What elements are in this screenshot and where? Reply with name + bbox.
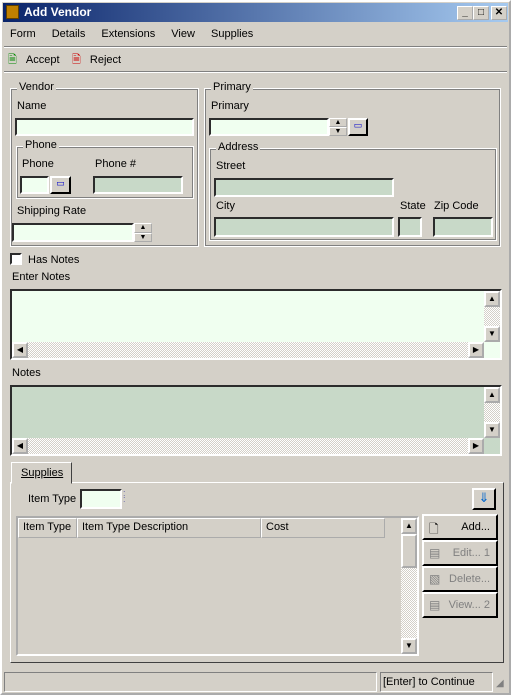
phone-number-input xyxy=(93,176,183,194)
shipping-rate-input[interactable] xyxy=(12,223,134,242)
column-header-description[interactable]: Item Type Description xyxy=(77,518,261,538)
column-header-item-type[interactable]: Item Type xyxy=(18,518,77,538)
scroll-left-icon[interactable]: ◀ xyxy=(12,342,28,358)
view-label: View... 2 xyxy=(448,599,490,611)
primary-group-label: Primary xyxy=(211,81,253,93)
scroll-left-icon[interactable]: ◀ xyxy=(12,438,28,454)
accept-button[interactable]: 🗎 Accept xyxy=(8,51,60,70)
close-button[interactable]: ✕ xyxy=(491,6,507,20)
scroll-down-icon[interactable]: ▼ xyxy=(401,638,417,654)
supplies-grid: Item Type Item Type Description Cost ▲ ▼ xyxy=(16,516,419,656)
scroll-up-icon[interactable]: ▲ xyxy=(401,518,417,534)
zip-code-input xyxy=(433,217,493,237)
view-button[interactable]: ▤ View... 2 xyxy=(422,592,498,618)
vendor-group-label: Vendor xyxy=(17,81,56,93)
scroll-down-icon[interactable]: ▼ xyxy=(484,326,500,342)
tab-supplies[interactable]: Supplies xyxy=(11,462,72,484)
scroll-down-icon[interactable]: ▼ xyxy=(484,422,500,438)
menu-details[interactable]: Details xyxy=(52,28,86,40)
primary-label: Primary xyxy=(211,100,249,112)
delete-icon: ▧ xyxy=(429,572,441,586)
edit-label: Edit... 1 xyxy=(452,547,490,559)
app-icon xyxy=(6,5,19,19)
phone-label: Phone xyxy=(22,158,54,170)
status-panel-left xyxy=(4,672,377,692)
filter-button[interactable]: ⇓ xyxy=(472,488,496,510)
street-label: Street xyxy=(216,160,246,172)
state-input xyxy=(398,217,422,237)
state-label: State xyxy=(400,200,426,212)
street-input xyxy=(214,178,394,197)
primary-input[interactable] xyxy=(209,118,329,136)
accept-label: Accept xyxy=(25,54,60,66)
primary-spinner[interactable]: ▲ ▼ xyxy=(329,118,347,136)
has-notes-label: Has Notes xyxy=(28,254,80,266)
zip-code-label: Zip Code xyxy=(434,200,479,212)
scroll-right-icon[interactable]: ▶ xyxy=(468,342,484,358)
shipping-rate-spinner[interactable]: ▲ ▼ xyxy=(134,223,152,242)
accept-icon: 🗎 xyxy=(8,54,17,66)
lookup-icon: ▭ xyxy=(353,120,363,130)
phone-group-label: Phone xyxy=(23,139,59,151)
add-button[interactable]: 🗋 Add... xyxy=(422,514,498,540)
has-notes-checkbox[interactable] xyxy=(10,253,22,265)
scroll-right-icon[interactable]: ▶ xyxy=(468,438,484,454)
view-icon: ▤ xyxy=(429,598,441,612)
menu-supplies[interactable]: Supplies xyxy=(211,28,253,40)
resize-grip-icon[interactable]: ◢ xyxy=(496,678,504,689)
divider xyxy=(4,71,507,73)
delete-label: Delete... xyxy=(449,573,490,585)
menu-bar: Form Details Extensions View Supplies xyxy=(10,28,266,40)
shipping-rate-label: Shipping Rate xyxy=(17,205,87,217)
grid-vertical-scrollbar[interactable]: ▲ ▼ xyxy=(401,518,417,654)
filter-icon: ⇓ xyxy=(478,490,490,505)
title-bar: Add Vendor xyxy=(3,3,508,22)
add-label: Add... xyxy=(461,521,490,533)
vertical-scrollbar[interactable]: ▲ ▼ xyxy=(484,291,500,342)
notes-textarea: ▲ ▼ ◀ ▶ xyxy=(10,385,502,456)
menu-view[interactable]: View xyxy=(171,28,195,40)
delete-button[interactable]: ▧ Delete... xyxy=(422,566,498,592)
menu-form[interactable]: Form xyxy=(10,28,36,40)
item-type-input[interactable] xyxy=(80,489,122,509)
reject-button[interactable]: 🗎 Reject xyxy=(72,51,121,70)
tab-supplies-label: Supplies xyxy=(21,467,64,479)
name-label: Name xyxy=(17,100,47,112)
reject-label: Reject xyxy=(89,54,122,66)
phone-lookup-button[interactable]: ▭ xyxy=(50,176,71,194)
new-document-icon: 🗋 xyxy=(429,522,439,536)
city-input xyxy=(214,217,394,237)
primary-lookup-button[interactable]: ▭ xyxy=(348,118,368,136)
column-header-cost[interactable]: Cost xyxy=(261,518,385,538)
vertical-scrollbar[interactable]: ▲ ▼ xyxy=(484,387,500,438)
phone-number-label: Phone # xyxy=(95,158,136,170)
phone-input[interactable] xyxy=(20,176,49,194)
horizontal-scrollbar[interactable]: ◀ ▶ xyxy=(12,342,484,358)
notes-label: Notes xyxy=(12,367,41,379)
scroll-thumb[interactable] xyxy=(401,534,417,568)
lookup-icon: ▭ xyxy=(56,178,65,188)
address-group-label: Address xyxy=(216,141,261,153)
edit-icon: ▤ xyxy=(429,546,441,560)
item-type-label: Item Type xyxy=(28,493,77,505)
scroll-up-icon[interactable]: ▲ xyxy=(484,387,500,403)
window-title: Add Vendor xyxy=(24,5,92,19)
edit-button[interactable]: ▤ Edit... 1 xyxy=(422,540,498,566)
spinner-dots-icon[interactable]: :: xyxy=(123,489,126,504)
city-label: City xyxy=(216,200,235,212)
divider xyxy=(4,46,507,48)
horizontal-scrollbar[interactable]: ◀ ▶ xyxy=(12,438,484,454)
status-panel-right: [Enter] to Continue xyxy=(380,672,493,692)
enter-notes-textarea[interactable]: ▲ ▼ ◀ ▶ xyxy=(10,289,502,360)
scroll-up-icon[interactable]: ▲ xyxy=(484,291,500,307)
menu-extensions[interactable]: Extensions xyxy=(101,28,155,40)
enter-notes-label: Enter Notes xyxy=(12,271,71,283)
reject-icon: 🗎 xyxy=(72,54,81,66)
minimize-button[interactable]: _ xyxy=(457,6,473,20)
name-input[interactable] xyxy=(15,118,194,136)
maximize-button[interactable]: □ xyxy=(473,6,489,20)
